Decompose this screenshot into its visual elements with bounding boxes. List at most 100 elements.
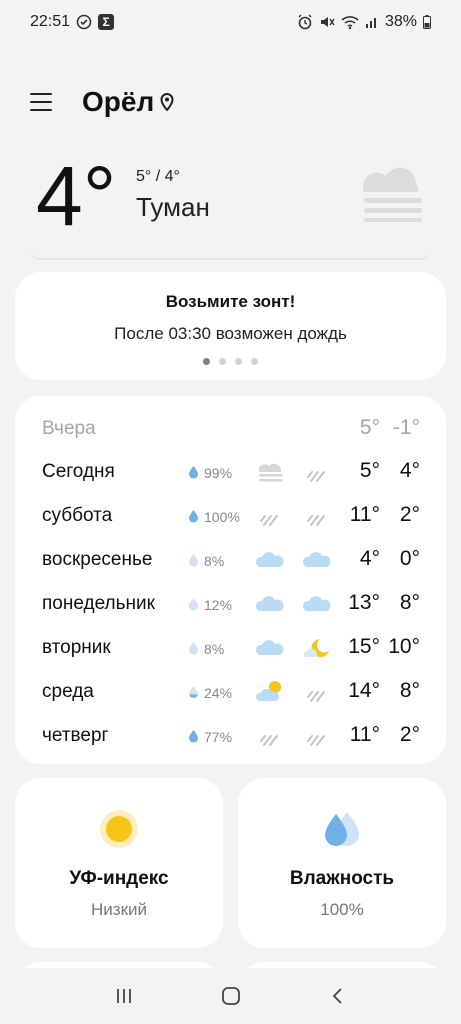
rain-icon [255,503,285,534]
precip-chance: 99% [204,465,233,481]
humidity-title: Влажность [289,868,395,889]
menu-icon[interactable] [30,93,52,111]
mute-icon [319,14,335,30]
battery-percent: 38% [384,13,417,30]
header: Орёл [30,84,174,120]
forecast-row[interactable]: понедельник 12% 13° 8° [15,585,446,625]
umbrella-alert-card[interactable]: Возьмите зонт! После 03:30 возможен дожд… [15,272,446,380]
humidity-card[interactable]: Влажность 100% [238,778,446,948]
cloud-icon [255,635,285,666]
day-label: вторник [42,637,111,658]
rain-icon [302,679,332,710]
droplet-icon [188,597,199,616]
humidity-value: 100% [320,900,364,919]
droplet-icon [188,685,199,704]
back-button[interactable] [318,976,358,1016]
day-label: понедельник [42,593,155,614]
daily-forecast-card[interactable]: Вчера 5° -1° Сегодня 99% 5° 4° суббота 1… [15,396,446,764]
uv-index-card[interactable]: УФ-индекс Низкий [15,778,223,948]
forecast-row[interactable]: воскресенье 8% 4° 0° [15,541,446,581]
check-circle-icon [76,14,92,30]
current-hi-lo: 5° / 4° [136,168,180,185]
fog-icon [356,160,426,227]
sun-icon [15,808,223,850]
low-temp: 8° [399,591,420,614]
high-temp: 4° [359,547,380,570]
rain-icon [302,459,332,490]
current-temperature: 4° [36,149,117,243]
cloud-icon [302,547,332,578]
navigation-bar [0,968,461,1024]
low-temp: 0° [399,547,420,570]
city-name[interactable]: Орёл [82,86,154,118]
battery-icon [423,15,431,29]
precip-chance: 8% [204,641,225,657]
rain-icon [302,723,332,754]
current-card-edge [30,250,430,260]
forecast-row[interactable]: вторник 8% 15° 10° [15,629,446,669]
forecast-row[interactable]: Сегодня 99% 5° 4° [15,453,446,493]
low-temp: -1° [392,416,420,439]
high-temp: 5° [359,459,380,482]
current-weather[interactable]: 4° 5° / 4° Туман [36,150,436,250]
sigma-icon: Σ [98,14,115,30]
day-label: Сегодня [42,461,115,482]
day-label: четверг [42,725,109,746]
high-temp: 11° [349,503,380,526]
page-dot [251,358,258,365]
page-dot [219,358,226,365]
alarm-icon [297,14,313,30]
low-temp: 2° [399,503,420,526]
uv-title: УФ-индекс [69,868,169,889]
precip-chance: 24% [204,685,233,701]
precip-chance: 8% [204,553,225,569]
wifi-icon [341,14,359,30]
precip-chance: 77% [204,729,233,745]
rain-icon [255,723,285,754]
uv-value: Низкий [91,900,147,919]
forecast-row[interactable]: суббота 100% 11° 2° [15,497,446,537]
sun-cloud-icon [255,679,285,710]
low-temp: 8° [399,679,420,702]
location-pin-icon [160,93,174,111]
high-temp: 13° [348,591,380,614]
droplet-icon [188,553,199,572]
droplet-icon [188,641,199,660]
cloud-icon [255,591,285,622]
status-bar: 22:51 Σ 38% [0,0,461,44]
signal-icon [365,15,379,29]
status-time: 22:51 [30,13,71,30]
page-dot [203,358,210,365]
cloud-icon [302,591,332,622]
page-dot [235,358,242,365]
day-label: воскресенье [42,549,153,570]
low-temp: 4° [399,459,420,482]
current-condition: Туман [136,192,210,222]
umbrella-text: После 03:30 возможен дождь [114,324,347,343]
high-temp: 14° [348,679,380,702]
droplet-icon [188,509,199,528]
day-label: суббота [42,505,113,526]
umbrella-title: Возьмите зонт! [165,292,296,311]
high-temp: 5° [359,416,380,439]
low-temp: 10° [388,635,420,658]
day-label: среда [42,681,94,702]
forecast-row[interactable]: среда 24% 14° 8° [15,673,446,713]
droplet-icon [188,729,199,748]
precip-chance: 12% [204,597,233,613]
day-label: Вчера [42,418,96,439]
low-temp: 2° [399,723,420,746]
rain-icon [302,503,332,534]
fog-icon [255,459,285,490]
cloud-icon [255,547,285,578]
droplet-icon [188,465,199,484]
recent-apps-button[interactable] [104,976,144,1016]
droplets-icon [238,808,446,850]
home-button[interactable] [211,976,251,1016]
forecast-row[interactable]: четверг 77% 11° 2° [15,717,446,757]
forecast-row-yesterday: Вчера 5° -1° [15,410,446,450]
page-indicator [15,358,446,365]
moon-cloud-icon [302,635,332,666]
precip-chance: 100% [204,509,240,525]
high-temp: 15° [348,635,380,658]
